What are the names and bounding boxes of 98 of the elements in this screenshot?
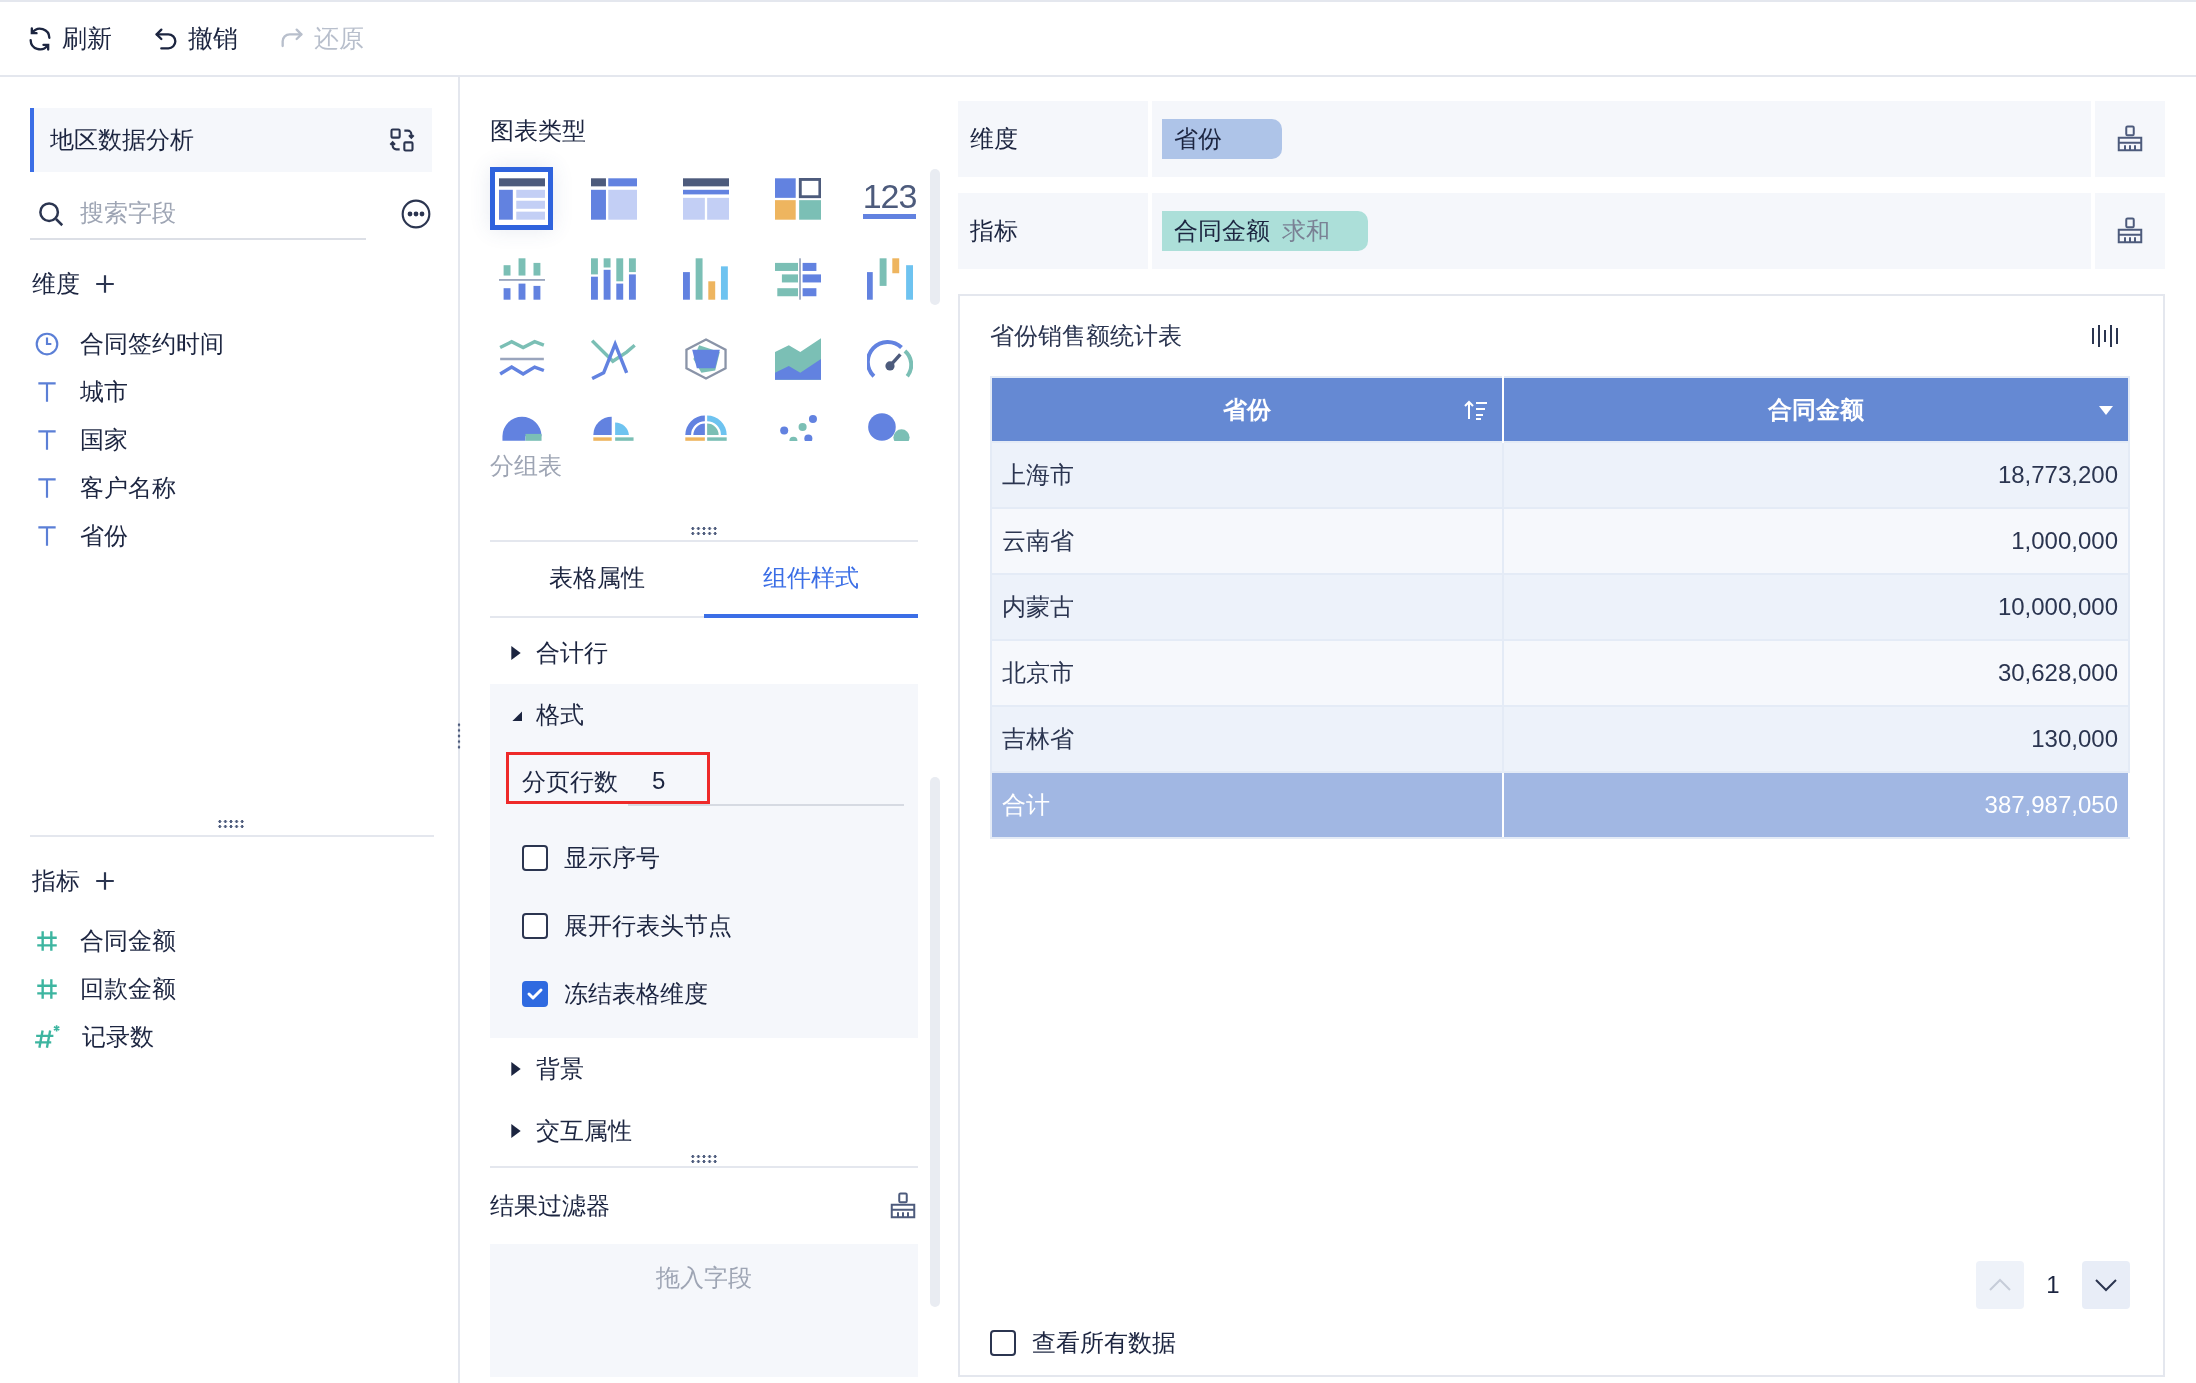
toolbar-button[interactable]: 刷新 [24,18,114,59]
search-field[interactable]: 搜索字段 [30,188,366,240]
total-cell: 合计 [991,772,1504,838]
clear-button[interactable] [2095,101,2165,177]
brush-icon [2115,124,2145,154]
section-toggle[interactable]: 格式 [536,699,584,731]
field-pill[interactable]: 省份 [1162,119,1282,159]
chart-type-icon [682,413,729,441]
page-rows-input[interactable]: 5 [628,758,904,806]
checkbox-label: 查看所有数据 [1032,1328,1176,1358]
field-item[interactable]: 合同签约时间 [80,328,224,360]
add-icon[interactable] [94,870,116,892]
caret-icon[interactable] [2098,403,2114,416]
triangle-icon[interactable] [510,646,522,660]
section-toggle[interactable]: 背景 [536,1053,584,1085]
number-glyph: 123 [862,178,917,219]
table-cell: 130,000 [1503,706,2129,772]
clear-button[interactable] [2095,193,2165,269]
switch-icon[interactable] [388,126,416,154]
hash-star-icon [34,1024,62,1050]
chevron-up-icon [1988,1278,2012,1292]
checkbox[interactable] [522,981,548,1007]
checkbox[interactable] [522,913,548,939]
search-icon [36,199,66,229]
splitter-handle[interactable] [456,722,462,750]
card-title: 省份销售额统计表 [990,321,1182,351]
chart-type-option[interactable] [490,167,553,230]
hash-icon [34,976,60,1002]
field-item[interactable]: 省份 [80,520,128,552]
section-title: 结果过滤器 [490,1191,610,1221]
chart-type-icon [774,337,821,380]
hash-icon [34,928,60,954]
section-toggle[interactable]: 交互属性 [536,1115,632,1147]
chart-type-icon [682,177,729,220]
shelf-label: 指标 [958,193,1148,269]
drop-zone[interactable]: 合同金额 求和 [1152,193,2091,269]
chart-type-icon [774,257,821,300]
checkbox[interactable] [522,845,548,871]
chart-type-icon [866,337,913,380]
resize-handle[interactable] [217,819,245,829]
checkbox-label: 冻结表格维度 [564,979,708,1009]
field-pill[interactable]: 合同金额 求和 [1162,211,1368,251]
table-cell: 18,773,200 [1503,442,2129,508]
dataset-name: 地区数据分析 [50,125,194,155]
chart-type-icon [498,257,545,300]
table-cell: 云南省 [991,508,1504,574]
tab[interactable]: 表格属性 [490,542,704,618]
chart-type-icon [590,337,637,380]
field-label: 分页行数 [522,767,618,797]
chart-type-icon [866,257,913,300]
table-cell: 北京市 [991,640,1504,706]
triangle-icon[interactable] [510,1062,522,1076]
shelf-label: 维度 [958,101,1148,177]
measure-heading: 指标 [32,866,80,896]
dimension-heading: 维度 [32,269,80,299]
field-item[interactable]: 回款金额 [80,973,176,1005]
chart-type-icon [590,257,637,300]
table-cell: 30,628,000 [1503,640,2129,706]
field-item[interactable]: 城市 [80,376,128,408]
checkbox-label: 展开行表头节点 [564,911,732,941]
chart-type-icon [682,337,729,380]
checkbox[interactable] [990,1330,1016,1356]
chart-type-icon [774,177,821,220]
field-item[interactable]: 记录数 [82,1021,154,1053]
page-number: 1 [2045,1271,2061,1299]
chart-type-icon [682,257,729,300]
chart-type-icon [866,413,913,441]
next-page-button[interactable] [2082,1261,2130,1309]
field-item[interactable]: 国家 [80,424,128,456]
table-cell: 吉林省 [991,706,1504,772]
more-icon[interactable] [400,198,432,230]
table-cell: 10,000,000 [1503,574,2129,640]
section-toggle[interactable]: 合计行 [536,637,608,669]
table-cell: 内蒙古 [991,574,1504,640]
toolbar-button[interactable]: 撤销 [150,18,240,59]
section-title: 图表类型 [490,116,587,146]
table-cell: 1,000,000 [1503,508,2129,574]
resize-handle[interactable] [690,1154,718,1164]
field-item[interactable]: 客户名称 [80,472,176,504]
drop-zone[interactable]: 省份 [1152,101,2091,177]
chart-type-icon [498,177,545,220]
chevron-down-icon [2094,1278,2118,1292]
sort-icon[interactable] [1464,398,1489,421]
chart-type-icon [590,177,637,220]
add-icon[interactable] [94,273,116,295]
checkbox-label: 显示序号 [564,843,660,873]
brush-icon [2115,216,2145,246]
brush-icon[interactable] [888,1191,918,1221]
resize-handle[interactable] [690,526,718,536]
triangle-icon[interactable] [510,1124,522,1138]
field-item[interactable]: 合同金额 [80,925,176,957]
table-cell: 上海市 [991,442,1504,508]
triangle-icon[interactable] [510,709,522,721]
tab[interactable]: 组件样式 [704,542,918,618]
chart-type-option[interactable]: 123 [858,167,921,230]
total-cell: 387,987,050 [1503,772,2129,838]
clock-icon [34,331,60,357]
chart-type-name: 分组表 [490,451,563,481]
